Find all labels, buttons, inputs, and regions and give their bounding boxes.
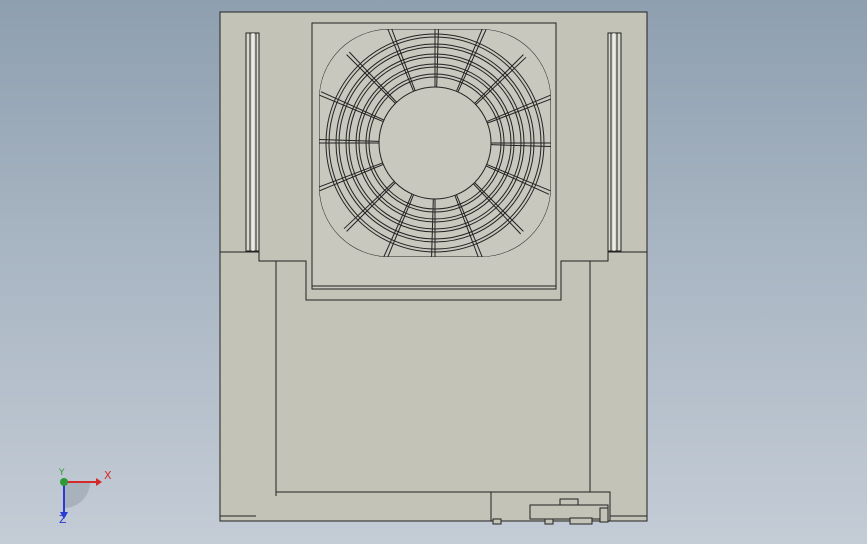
cad-viewport[interactable]: X Y Z <box>0 0 867 544</box>
fan-hub <box>378 86 492 200</box>
left-rail <box>245 32 260 252</box>
x-axis-arrow <box>96 478 102 486</box>
y-axis-label: Y <box>59 468 65 478</box>
connector-block <box>490 491 611 525</box>
right-rail <box>607 32 622 252</box>
x-axis-label: X <box>104 469 112 482</box>
triad-arc <box>64 482 90 508</box>
z-axis-label: Z <box>59 513 67 526</box>
y-axis-dot <box>60 478 68 486</box>
inverter-model-front-view <box>219 11 648 525</box>
